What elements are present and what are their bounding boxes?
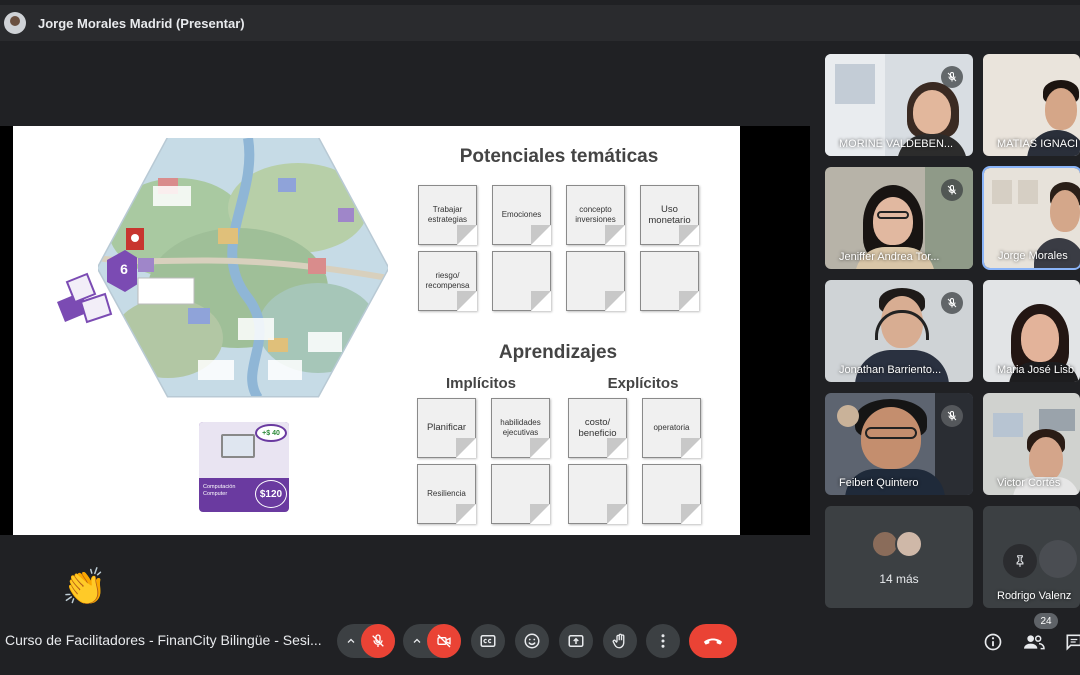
present-icon bbox=[568, 635, 584, 647]
more-options-button[interactable] bbox=[646, 624, 680, 658]
participant-tile[interactable]: Jeniffer Andrea Tor... bbox=[825, 167, 973, 269]
learning-note bbox=[642, 464, 701, 524]
participant-name: Rodrigo Valenz bbox=[997, 590, 1072, 602]
explicit-label: Explícitos bbox=[607, 375, 679, 392]
participant-tile[interactable]: Jonathan Barriento... bbox=[825, 280, 973, 382]
chevron-up-icon[interactable] bbox=[345, 634, 357, 652]
participant-count-badge: 24 bbox=[1034, 613, 1058, 629]
clap-reaction-icon: 👏 bbox=[62, 566, 107, 607]
participant-name: MORINE VALDEBEN... bbox=[839, 138, 954, 150]
mic-off-icon bbox=[941, 66, 963, 88]
emoji-icon bbox=[524, 633, 540, 649]
topic-note bbox=[566, 251, 625, 311]
mic-off-icon bbox=[941, 292, 963, 314]
participant-name: Maria José Lisb bbox=[997, 364, 1075, 376]
learning-note bbox=[491, 464, 550, 524]
learning-note: operatoria bbox=[642, 398, 701, 458]
learning-note: costo/ beneficio bbox=[568, 398, 627, 458]
computer-icon bbox=[221, 434, 255, 458]
participant-name: Jeniffer Andrea Tor... bbox=[839, 251, 940, 263]
presenter-name: Jorge Morales Madrid (Presentar) bbox=[38, 15, 245, 31]
avatar bbox=[1039, 540, 1077, 578]
topic-note: Uso monetario bbox=[640, 185, 699, 245]
participant-name: Jorge Morales bbox=[998, 250, 1068, 262]
more-participants-label: 14 más bbox=[879, 572, 919, 586]
participant-name: Feibert Quintero bbox=[839, 477, 919, 489]
mic-control[interactable] bbox=[337, 624, 395, 658]
topic-note: riesgo/ recompensa bbox=[418, 251, 477, 311]
participant-tile[interactable]: MORINE VALDEBEN... bbox=[825, 54, 973, 156]
player-token: 6 bbox=[57, 250, 137, 324]
topic-note: Trabajar estrategias bbox=[418, 185, 477, 245]
info-icon[interactable] bbox=[981, 630, 1005, 654]
learning-note: habilidades ejecutivas bbox=[491, 398, 550, 458]
camera-control[interactable] bbox=[403, 624, 461, 658]
more-participants-tile[interactable]: 14 más bbox=[825, 506, 973, 608]
learning-note: Resiliencia bbox=[417, 464, 476, 524]
camera-off-icon[interactable] bbox=[427, 624, 461, 658]
card-bonus: +$ 40 bbox=[255, 424, 287, 442]
card-label: Computación Computer bbox=[203, 484, 236, 497]
hand-reaction-icon bbox=[837, 405, 859, 427]
topic-note: concepto inversiones bbox=[566, 185, 625, 245]
more-options-icon bbox=[661, 634, 665, 648]
participant-tile[interactable]: Victor Cortés bbox=[983, 393, 1080, 495]
captions-icon bbox=[480, 635, 496, 647]
game-board-image bbox=[98, 138, 388, 398]
mic-off-icon bbox=[941, 179, 963, 201]
participant-tile[interactable]: Rodrigo Valenz bbox=[983, 506, 1080, 608]
pin-icon[interactable] bbox=[1003, 544, 1037, 578]
participant-name: Jonathan Barriento... bbox=[839, 364, 942, 376]
captions-button[interactable] bbox=[471, 624, 505, 658]
learning-note: Planificar bbox=[417, 398, 476, 458]
more-participants-avatars bbox=[871, 530, 923, 558]
topics-title: Potenciales temáticas bbox=[459, 146, 659, 167]
emoji-button[interactable] bbox=[515, 624, 549, 658]
computer-card: +$ 40 Computación Computer $120 bbox=[199, 422, 289, 512]
presenter-bar: Jorge Morales Madrid (Presentar) bbox=[0, 5, 1080, 41]
card-price: $120 bbox=[255, 480, 287, 508]
mic-off-icon[interactable] bbox=[361, 624, 395, 658]
learning-title: Aprendizajes bbox=[498, 342, 618, 363]
meeting-title: Curso de Facilitadores - FinanCity Bilin… bbox=[5, 632, 322, 648]
raise-hand-icon bbox=[612, 633, 625, 649]
presenter-avatar bbox=[4, 12, 26, 34]
participant-tile[interactable]: Feibert Quintero bbox=[825, 393, 973, 495]
participant-tile-speaking[interactable]: Jorge Morales bbox=[982, 166, 1080, 270]
participant-tile[interactable]: MATIAS IGNACI bbox=[983, 54, 1080, 156]
participant-name: Victor Cortés bbox=[997, 477, 1061, 489]
people-icon[interactable] bbox=[1022, 630, 1046, 654]
learning-note bbox=[568, 464, 627, 524]
shared-screen: 6 +$ 40 Computación Computer $120 Potenc… bbox=[0, 126, 810, 535]
topic-note: Emociones bbox=[492, 185, 551, 245]
board-number: 6 bbox=[120, 261, 128, 277]
chat-icon[interactable] bbox=[1062, 630, 1080, 654]
topic-note bbox=[640, 251, 699, 311]
participant-tile[interactable]: Maria José Lisb bbox=[983, 280, 1080, 382]
end-call-button[interactable] bbox=[689, 624, 737, 658]
avatar bbox=[895, 530, 923, 558]
presentation-slide: 6 +$ 40 Computación Computer $120 Potenc… bbox=[13, 126, 740, 535]
chevron-up-icon[interactable] bbox=[411, 634, 423, 652]
end-call-icon bbox=[703, 638, 723, 645]
mic-off-icon bbox=[941, 405, 963, 427]
raise-hand-button[interactable] bbox=[603, 624, 637, 658]
topic-note bbox=[492, 251, 551, 311]
present-button[interactable] bbox=[559, 624, 593, 658]
implicit-label: Implícitos bbox=[445, 375, 516, 392]
participant-name: MATIAS IGNACI bbox=[997, 138, 1079, 150]
